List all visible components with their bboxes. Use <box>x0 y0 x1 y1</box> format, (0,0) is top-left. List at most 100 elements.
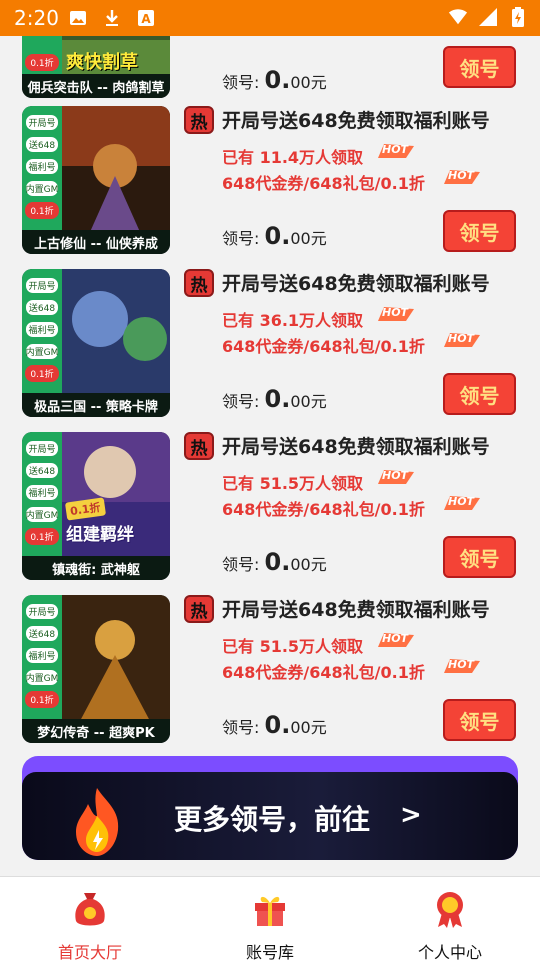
tag-label: 0.1折 <box>25 691 59 708</box>
game-thumbnail[interactable]: 开局号 送648 福利号 内置GM 0.1折 0.1折 组建羁绊 镇魂街: 武神… <box>22 432 170 580</box>
price-label: 领号: 0.00元 <box>222 711 327 739</box>
claimed-count: 已有 51.5万人领取 <box>222 474 364 493</box>
tag-column: 开局号 送648 福利号 内置GM 0.1折 <box>22 269 62 395</box>
tag-label: 0.1折 <box>25 528 59 545</box>
nav-label: 个人中心 <box>417 943 482 960</box>
game-list[interactable]: 0.1折 爽快割草 佣兵突击队 -- 肉鸽割草 领号: 0.00元 领号 开局号… <box>0 36 540 876</box>
price-label: 领号: 0.00元 <box>222 222 327 250</box>
tag-label: 开局号 <box>25 277 59 294</box>
tag-label: 0.1折 <box>25 202 59 219</box>
card-title: 开局号送648免费领取福利账号 <box>222 273 490 295</box>
tag-label: 福利号 <box>25 647 59 664</box>
tag-label: 开局号 <box>25 440 59 457</box>
gift-box-icon <box>255 896 285 926</box>
game-art-image <box>60 269 170 395</box>
game-caption: 梦幻传奇 -- 超爽PK <box>22 719 170 743</box>
benefits-text: 648代金券/648礼包/0.1折 <box>222 174 425 193</box>
text-a-icon: A <box>136 8 156 28</box>
game-art-text: 爽快割草 <box>66 52 138 73</box>
game-art-image <box>60 106 170 232</box>
hot-tag-icon: HOT <box>376 631 416 649</box>
card-title: 开局号送648免费领取福利账号 <box>222 599 490 621</box>
tag-label: 福利号 <box>25 158 59 175</box>
claim-button[interactable]: 领号 <box>443 373 516 415</box>
hot-badge: 热 <box>184 269 214 297</box>
tag-label: 内置GM <box>25 669 59 686</box>
hot-badge: 热 <box>184 106 214 134</box>
price-label: 领号: 0.00元 <box>222 66 327 94</box>
tag-label: 开局号 <box>25 603 59 620</box>
game-card[interactable]: 开局号 送648 福利号 内置GM 0.1折 梦幻传奇 -- 超爽PK 热 开局… <box>22 595 520 745</box>
tag-label: 内置GM <box>25 343 59 360</box>
game-thumbnail[interactable]: 开局号 送648 福利号 内置GM 0.1折 上古修仙 -- 仙侠养成 <box>22 106 170 254</box>
claim-button[interactable]: 领号 <box>443 536 516 578</box>
game-card[interactable]: 开局号 送648 福利号 内置GM 0.1折 上古修仙 -- 仙侠养成 热 开局… <box>22 106 520 256</box>
card-title: 开局号送648免费领取福利账号 <box>222 110 490 132</box>
hot-tag-icon: HOT <box>376 468 416 486</box>
game-card[interactable]: 0.1折 爽快割草 佣兵突击队 -- 肉鸽割草 领号: 0.00元 领号 <box>22 36 520 100</box>
status-time: 2:20 <box>14 6 59 30</box>
hot-tag-icon: HOT <box>442 331 482 349</box>
tag-label: 送648 <box>25 136 59 153</box>
tag-label: 内置GM <box>25 506 59 523</box>
benefits-text: 648代金券/648礼包/0.1折 <box>222 500 425 519</box>
claimed-count: 已有 11.4万人领取 <box>222 148 364 167</box>
claim-button[interactable]: 领号 <box>443 699 516 741</box>
tag-label: 0.1折 <box>25 365 59 382</box>
tag-column: 0.1折 <box>22 36 62 76</box>
nav-label: 账号库 <box>245 943 294 960</box>
tag-label: 内置GM <box>25 180 59 197</box>
nav-item-account-library[interactable]: 账号库 <box>180 885 360 960</box>
tag-column: 开局号 送648 福利号 内置GM 0.1折 <box>22 595 62 721</box>
bottom-nav: 首页大厅 账号库 个人中心 <box>0 876 540 960</box>
hot-tag-icon: HOT <box>376 305 416 323</box>
game-thumbnail[interactable]: 开局号 送648 福利号 内置GM 0.1折 极品三国 -- 策略卡牌 <box>22 269 170 417</box>
battery-icon <box>508 7 528 27</box>
claimed-count: 已有 36.1万人领取 <box>222 311 364 330</box>
award-medal-icon <box>437 892 463 928</box>
game-thumbnail[interactable]: 0.1折 爽快割草 佣兵突击队 -- 肉鸽割草 <box>22 36 170 98</box>
claim-button[interactable]: 领号 <box>443 210 516 252</box>
more-accounts-banner[interactable]: 更多领号，前往 > <box>22 756 518 860</box>
chevron-right-icon: > <box>400 800 422 830</box>
claim-button[interactable]: 领号 <box>443 46 516 88</box>
hot-tag-icon: HOT <box>442 168 482 186</box>
hot-badge: 热 <box>184 432 214 460</box>
tag-label: 送648 <box>25 299 59 316</box>
game-art-text: 组建羁绊 <box>66 525 134 545</box>
game-card[interactable]: 开局号 送648 福利号 内置GM 0.1折 0.1折 组建羁绊 镇魂街: 武神… <box>22 432 520 582</box>
wifi-icon <box>448 7 468 27</box>
nav-item-profile[interactable]: 个人中心 <box>360 885 540 960</box>
game-thumbnail[interactable]: 开局号 送648 福利号 内置GM 0.1折 梦幻传奇 -- 超爽PK <box>22 595 170 743</box>
banner-inner: 更多领号，前往 > <box>22 772 518 860</box>
game-caption: 上古修仙 -- 仙侠养成 <box>22 230 170 254</box>
more-banner-text: 更多领号，前往 <box>174 803 371 836</box>
benefits-text: 648代金券/648礼包/0.1折 <box>222 663 425 682</box>
card-title: 开局号送648免费领取福利账号 <box>222 436 490 458</box>
price-label: 领号: 0.00元 <box>222 548 327 576</box>
tag-label: 送648 <box>25 462 59 479</box>
hot-tag-icon: HOT <box>376 142 416 160</box>
tag-label: 福利号 <box>25 321 59 338</box>
benefits-text: 648代金券/648礼包/0.1折 <box>222 337 425 356</box>
tag-label: 福利号 <box>25 484 59 501</box>
hot-tag-icon: HOT <box>442 494 482 512</box>
claimed-count: 已有 51.5万人领取 <box>222 637 364 656</box>
game-caption: 极品三国 -- 策略卡牌 <box>22 393 170 417</box>
svg-text:A: A <box>141 12 151 26</box>
status-bar: 2:20 A <box>0 0 540 36</box>
tag-label: 送648 <box>25 625 59 642</box>
nav-item-home[interactable]: 首页大厅 <box>0 885 180 960</box>
hot-badge: 热 <box>184 595 214 623</box>
image-icon <box>68 8 88 28</box>
tag-column: 开局号 送648 福利号 内置GM 0.1折 <box>22 432 62 558</box>
game-caption: 镇魂街: 武神躯 <box>22 556 170 580</box>
money-bag-icon <box>75 893 105 926</box>
signal-icon <box>478 7 498 27</box>
game-card[interactable]: 开局号 送648 福利号 内置GM 0.1折 极品三国 -- 策略卡牌 热 开局… <box>22 269 520 419</box>
tag-column: 开局号 送648 福利号 内置GM 0.1折 <box>22 106 62 232</box>
game-caption: 佣兵突击队 -- 肉鸽割草 <box>22 74 170 98</box>
tag-label: 开局号 <box>25 114 59 131</box>
download-icon <box>102 8 122 28</box>
hot-tag-icon: HOT <box>442 657 482 675</box>
